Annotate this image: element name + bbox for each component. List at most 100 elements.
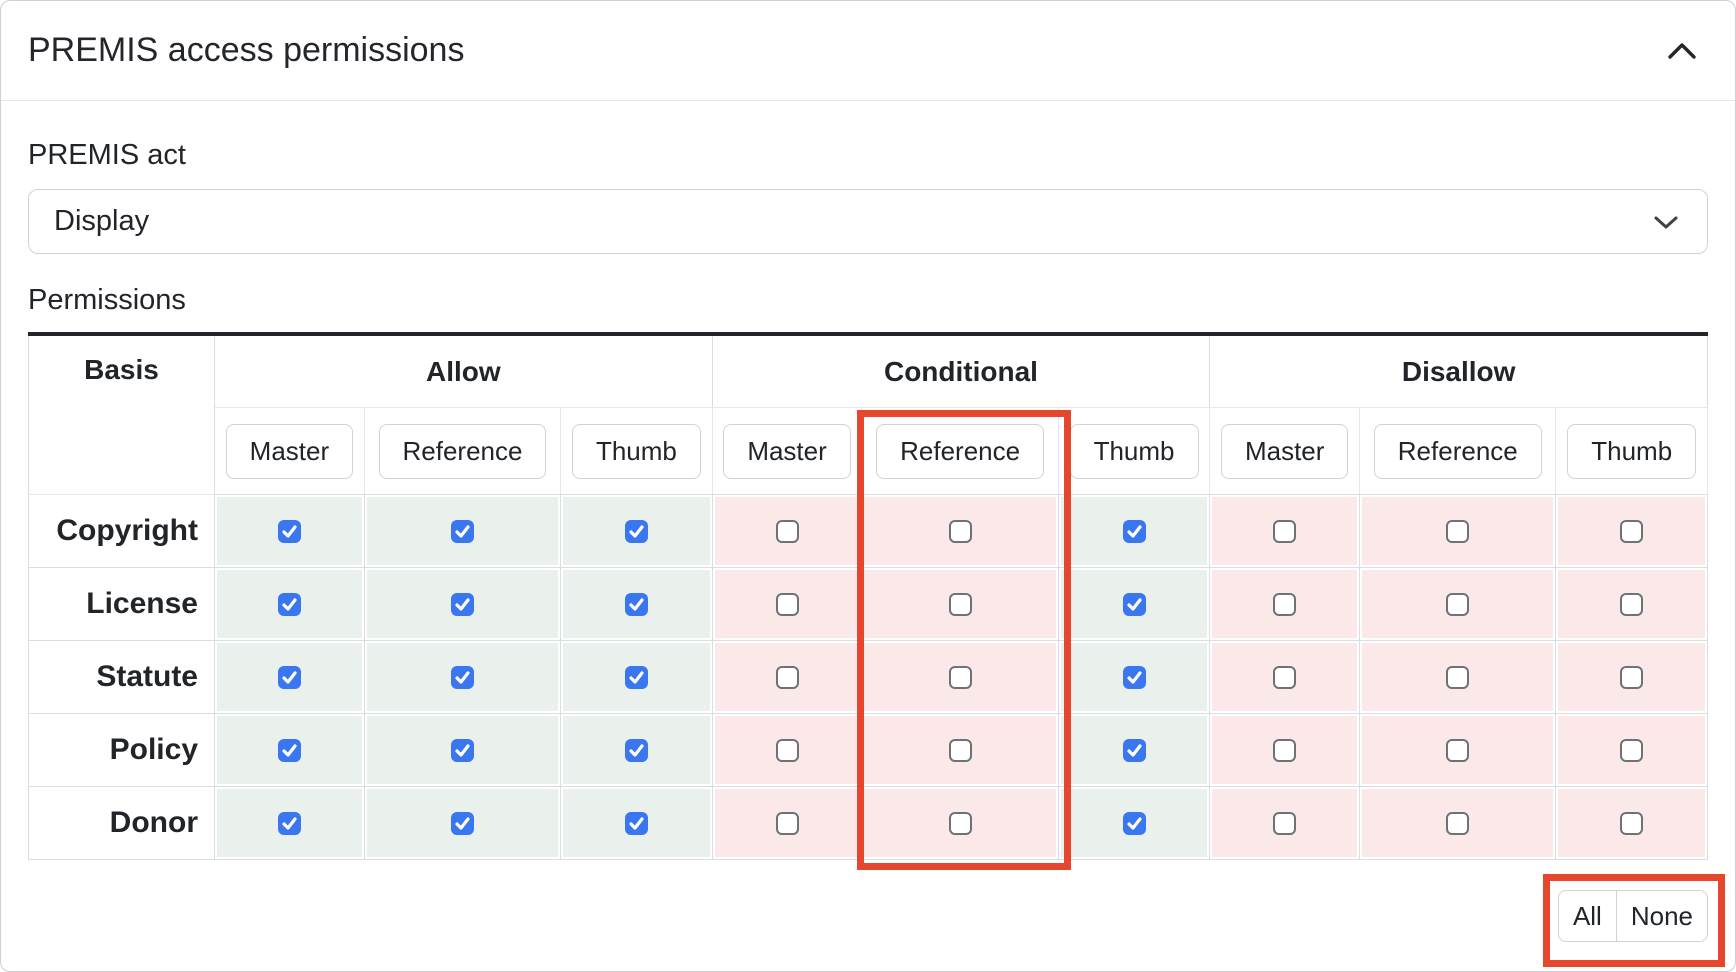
permission-cell	[1210, 787, 1360, 860]
permission-cell	[1556, 568, 1708, 641]
basis-row-label-copyright: Copyright	[29, 495, 215, 568]
group-header-disallow: Disallow	[1210, 334, 1708, 408]
checkbox-copyright-disallow-master[interactable]	[1273, 520, 1296, 543]
permission-cell	[1360, 568, 1556, 641]
permission-cell	[1058, 568, 1209, 641]
permission-cell	[1556, 495, 1708, 568]
permission-cell	[1360, 787, 1556, 860]
subcolumn-header-allow-reference: Reference	[364, 408, 560, 495]
subcolumn-header-conditional-master: Master	[712, 408, 862, 495]
table-row: License	[29, 568, 1708, 641]
checkbox-donor-disallow-reference[interactable]	[1446, 812, 1469, 835]
premis-act-selected-value: Display	[54, 205, 149, 238]
permission-cell	[1058, 641, 1209, 714]
permission-cell	[215, 714, 365, 787]
column-button-allow-thumb[interactable]: Thumb	[572, 424, 701, 479]
select-all-button[interactable]: All	[1558, 890, 1616, 942]
checkbox-license-allow-thumb[interactable]	[625, 593, 648, 616]
column-button-conditional-master[interactable]: Master	[723, 424, 850, 479]
chevron-down-icon	[1653, 205, 1679, 238]
permission-cell	[1210, 568, 1360, 641]
checkbox-policy-allow-master[interactable]	[278, 739, 301, 762]
premis-act-label: PREMIS act	[28, 138, 1708, 172]
checkbox-policy-disallow-reference[interactable]	[1446, 739, 1469, 762]
checkbox-policy-allow-reference[interactable]	[451, 739, 474, 762]
checkbox-statute-disallow-thumb[interactable]	[1620, 666, 1643, 689]
subcolumn-header-conditional-thumb: Thumb	[1058, 408, 1209, 495]
permission-cell	[561, 495, 712, 568]
permission-cell	[712, 787, 862, 860]
checkbox-policy-conditional-reference[interactable]	[949, 739, 972, 762]
subcolumn-header-allow-thumb: Thumb	[561, 408, 712, 495]
permissions-table: BasisAllowConditionalDisallowMasterRefer…	[28, 332, 1708, 860]
checkbox-license-allow-reference[interactable]	[451, 593, 474, 616]
checkbox-license-allow-master[interactable]	[278, 593, 301, 616]
permission-cell	[215, 568, 365, 641]
permission-cell	[561, 568, 712, 641]
checkbox-statute-conditional-master[interactable]	[776, 666, 799, 689]
checkbox-donor-disallow-master[interactable]	[1273, 812, 1296, 835]
checkbox-copyright-disallow-thumb[interactable]	[1620, 520, 1643, 543]
collapse-panel-button[interactable]	[1663, 37, 1701, 64]
column-button-allow-master[interactable]: Master	[226, 424, 353, 479]
checkbox-policy-conditional-master[interactable]	[776, 739, 799, 762]
checkbox-donor-disallow-thumb[interactable]	[1620, 812, 1643, 835]
column-button-conditional-thumb[interactable]: Thumb	[1070, 424, 1199, 479]
checkbox-license-disallow-reference[interactable]	[1446, 593, 1469, 616]
panel-title: PREMIS access permissions	[28, 31, 464, 70]
select-none-button[interactable]: None	[1616, 890, 1708, 942]
checkbox-donor-allow-master[interactable]	[278, 812, 301, 835]
permission-cell	[712, 495, 862, 568]
checkbox-policy-disallow-master[interactable]	[1273, 739, 1296, 762]
permission-cell	[364, 568, 560, 641]
subcolumn-header-conditional-reference: Reference	[862, 408, 1058, 495]
checkbox-copyright-conditional-reference[interactable]	[949, 520, 972, 543]
column-button-conditional-reference[interactable]: Reference	[876, 424, 1044, 479]
checkbox-statute-disallow-master[interactable]	[1273, 666, 1296, 689]
checkbox-license-disallow-thumb[interactable]	[1620, 593, 1643, 616]
checkbox-policy-allow-thumb[interactable]	[625, 739, 648, 762]
checkbox-license-disallow-master[interactable]	[1273, 593, 1296, 616]
checkbox-statute-allow-master[interactable]	[278, 666, 301, 689]
checkbox-statute-allow-reference[interactable]	[451, 666, 474, 689]
checkbox-copyright-allow-master[interactable]	[278, 520, 301, 543]
checkbox-statute-conditional-reference[interactable]	[949, 666, 972, 689]
premis-act-select[interactable]: Display	[28, 189, 1708, 254]
permission-cell	[215, 787, 365, 860]
checkbox-copyright-conditional-master[interactable]	[776, 520, 799, 543]
checkbox-statute-allow-thumb[interactable]	[625, 666, 648, 689]
checkbox-copyright-conditional-thumb[interactable]	[1123, 520, 1146, 543]
checkbox-copyright-disallow-reference[interactable]	[1446, 520, 1469, 543]
checkbox-donor-allow-reference[interactable]	[451, 812, 474, 835]
checkbox-donor-conditional-thumb[interactable]	[1123, 812, 1146, 835]
basis-row-label-license: License	[29, 568, 215, 641]
column-button-disallow-thumb[interactable]: Thumb	[1567, 424, 1696, 479]
checkbox-statute-disallow-reference[interactable]	[1446, 666, 1469, 689]
permission-cell	[862, 714, 1058, 787]
checkbox-policy-disallow-thumb[interactable]	[1620, 739, 1643, 762]
permission-cell	[561, 714, 712, 787]
column-button-allow-reference[interactable]: Reference	[379, 424, 547, 479]
subcolumn-header-allow-master: Master	[215, 408, 365, 495]
checkbox-statute-conditional-thumb[interactable]	[1123, 666, 1146, 689]
checkbox-policy-conditional-thumb[interactable]	[1123, 739, 1146, 762]
checkbox-license-conditional-thumb[interactable]	[1123, 593, 1146, 616]
checkbox-copyright-allow-reference[interactable]	[451, 520, 474, 543]
subcolumn-header-disallow-master: Master	[1210, 408, 1360, 495]
checkbox-donor-conditional-reference[interactable]	[949, 812, 972, 835]
permission-cell	[712, 641, 862, 714]
permission-cell	[712, 568, 862, 641]
checkbox-copyright-allow-thumb[interactable]	[625, 520, 648, 543]
subcolumn-header-disallow-reference: Reference	[1360, 408, 1556, 495]
permission-cell	[1058, 714, 1209, 787]
checkbox-license-conditional-reference[interactable]	[949, 593, 972, 616]
checkbox-donor-conditional-master[interactable]	[776, 812, 799, 835]
checkbox-license-conditional-master[interactable]	[776, 593, 799, 616]
permission-cell	[1360, 714, 1556, 787]
permission-cell	[1058, 495, 1209, 568]
column-button-disallow-master[interactable]: Master	[1221, 424, 1348, 479]
checkbox-donor-allow-thumb[interactable]	[625, 812, 648, 835]
column-button-disallow-reference[interactable]: Reference	[1374, 424, 1542, 479]
permission-cell	[1556, 641, 1708, 714]
permission-cell	[364, 641, 560, 714]
